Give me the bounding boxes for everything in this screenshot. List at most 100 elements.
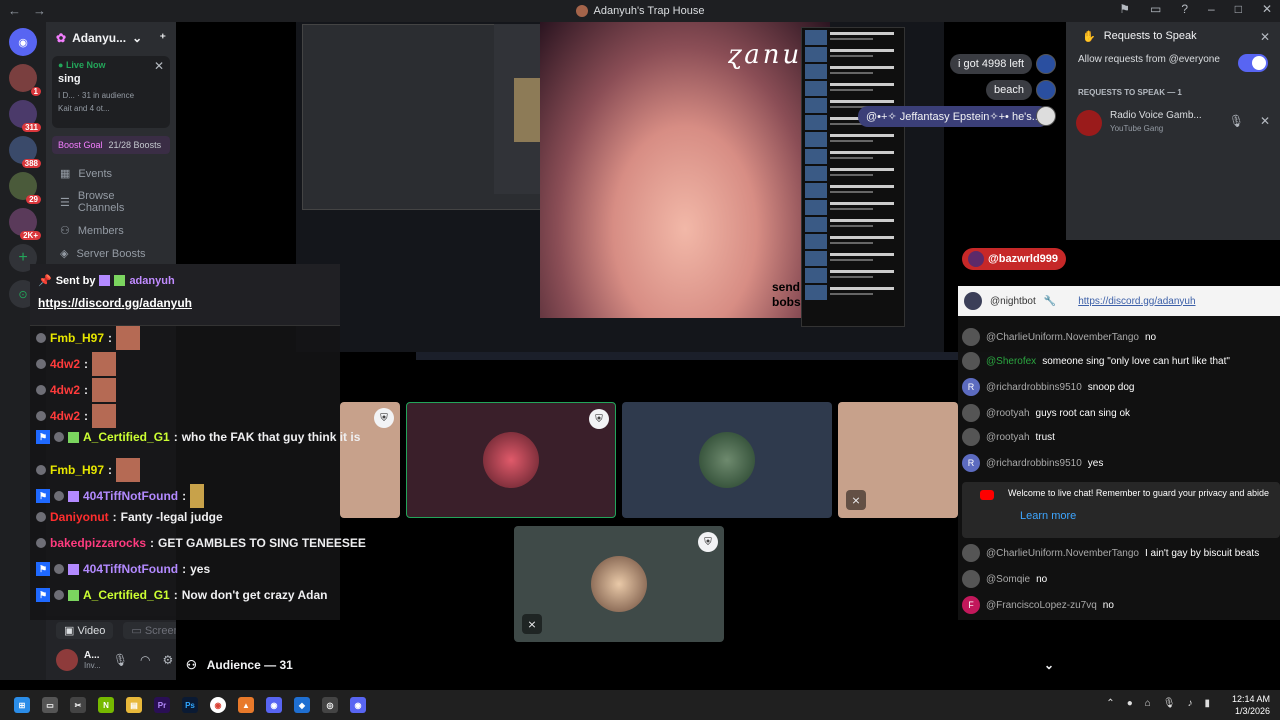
forward-arrow-icon[interactable]: → <box>33 3 46 18</box>
windows-start-icon[interactable]: ⊞ <box>14 697 30 713</box>
nightbot-link[interactable]: https://discord.gg/adanyuh <box>1078 296 1195 307</box>
guild-icon[interactable]: 1 <box>9 64 41 96</box>
yt-username[interactable]: @CharlieUniform.NovemberTango <box>986 548 1139 559</box>
chrome-icon[interactable]: ◉ <box>210 697 226 713</box>
monitor-icon[interactable]: ▭ <box>1150 2 1161 16</box>
yt-username[interactable]: @rootyah <box>986 432 1030 443</box>
chat-username[interactable]: 4dw2 <box>50 383 80 397</box>
photoshop-icon[interactable]: Ps <box>182 697 198 713</box>
vlc-icon[interactable]: ▲ <box>238 697 254 713</box>
tray-app-icon[interactable]: ● <box>1127 698 1133 709</box>
network-icon[interactable]: ⌂ <box>1145 698 1151 709</box>
yt-username[interactable]: @richardrobbins9510 <box>986 382 1082 393</box>
boost-icon: ◈ <box>60 248 69 260</box>
playlist-item <box>805 200 901 215</box>
chat-username[interactable]: 404TiffNotFound <box>83 562 178 576</box>
minimize-icon[interactable]: – <box>1208 2 1215 16</box>
chat-username[interactable]: Fmb_H97 <box>50 331 104 345</box>
chat-username[interactable]: A_Certified_G1 <box>83 430 170 444</box>
speaker-tile[interactable] <box>622 402 832 518</box>
audience-bar[interactable]: ⚇ Audience — 31 ⌄ <box>186 650 1064 680</box>
yt-username[interactable]: @richardrobbins9510 <box>986 458 1082 469</box>
discord-icon[interactable]: ◉ <box>266 697 282 713</box>
help-icon[interactable]: ? <box>1181 2 1188 16</box>
line <box>830 191 873 193</box>
emote-image <box>190 484 205 508</box>
avatar[interactable] <box>56 649 78 671</box>
chat-username[interactable]: Fmb_H97 <box>50 463 104 477</box>
item-lines <box>830 285 901 300</box>
close-icon[interactable]: ✕ <box>154 59 164 73</box>
playlist-item <box>805 47 901 62</box>
maximize-icon[interactable]: □ <box>1235 2 1242 16</box>
gear-icon[interactable]: ⚙ <box>162 653 173 667</box>
yt-username[interactable]: @Sherofex <box>986 356 1036 367</box>
allow-requests-toggle[interactable] <box>1238 54 1268 72</box>
battery-icon[interactable]: ▮ <box>1204 698 1210 709</box>
server-header[interactable]: ✿ Adanyu... ⌄ ⁺ <box>46 22 176 54</box>
chat-username[interactable]: 4dw2 <box>50 409 80 423</box>
live-now-label: ● Live Now <box>58 60 106 70</box>
speaker-tile[interactable]: ⨯ <box>838 402 958 518</box>
guild-icon[interactable]: 29 <box>9 172 41 204</box>
discord-ptb-icon[interactable]: ◉ <box>350 697 366 713</box>
task-view-icon[interactable]: ▭ <box>42 697 58 713</box>
screen-share-stream[interactable]: ɀanun send bobs <box>296 22 1064 360</box>
channel-members[interactable]: ⚇ Members <box>46 219 176 242</box>
yt-username[interactable]: @rootyah <box>986 408 1030 419</box>
file-explorer-icon[interactable]: ▤ <box>126 697 142 713</box>
avatar <box>699 432 755 488</box>
channel-label: Browse Channels <box>77 190 125 214</box>
volume-icon[interactable]: ♪ <box>1187 698 1192 709</box>
boost-goal[interactable]: Boost Goal 21/28 Boosts <box>52 136 170 154</box>
guild-icon[interactable]: 388 <box>9 136 41 168</box>
line <box>830 293 873 295</box>
microphone-icon[interactable]: 🎙 <box>113 653 128 667</box>
speaker-tile[interactable]: ⛨ <box>340 402 400 518</box>
back-arrow-icon[interactable]: ← <box>8 3 21 18</box>
guild-icon[interactable]: 2K+ <box>9 208 41 240</box>
obs-icon[interactable]: ◎ <box>322 697 338 713</box>
line <box>830 66 894 69</box>
headphones-icon[interactable]: ◠ <box>140 653 150 667</box>
chat-username[interactable]: 404TiffNotFound <box>83 489 178 503</box>
app-icon[interactable]: ◆ <box>294 697 310 713</box>
chat-username[interactable]: bakedpizzarocks <box>50 536 146 550</box>
dismiss-request-icon[interactable]: ✕ <box>1260 114 1270 128</box>
live-card[interactable]: ● Live Now ✕ sing I D... · 31 in audienc… <box>52 56 170 128</box>
yt-username[interactable]: @Somqie <box>986 574 1030 585</box>
speaker-tile[interactable]: ⛨ ⨯ <box>514 526 724 642</box>
yt-username[interactable]: @CharlieUniform.NovemberTango <box>986 332 1139 343</box>
yt-username[interactable]: @FranciscoLopez-zu7vq <box>986 600 1097 611</box>
snipping-tool-icon[interactable]: ✂ <box>70 697 86 713</box>
channel-browse[interactable]: ☰ Browse Channels <box>46 185 176 219</box>
channel-events[interactable]: ▦ Events <box>46 162 176 185</box>
thumbnail <box>805 47 827 62</box>
video-button[interactable]: ▣ Video <box>56 622 114 639</box>
inbox-icon[interactable]: ⚑ <box>1119 2 1130 16</box>
close-icon[interactable]: ✕ <box>1260 30 1270 44</box>
avatar: R <box>962 454 980 472</box>
guild-icon[interactable]: 311 <box>9 100 41 132</box>
chat-username[interactable]: Daniyonut <box>50 510 109 524</box>
prime-badge-icon: ⚑ <box>36 562 50 576</box>
chat-line: Fmb_H97: <box>36 458 141 482</box>
thumbnail <box>805 132 827 147</box>
close-icon[interactable]: ✕ <box>1262 2 1272 16</box>
chat-username[interactable]: A_Certified_G1 <box>83 588 170 602</box>
learn-more-link[interactable]: Learn more <box>1020 510 1076 522</box>
speaker-tile[interactable]: ⛨ <box>406 402 616 518</box>
channel-boosts[interactable]: ◈ Server Boosts <box>46 242 176 265</box>
invite-to-speak-icon[interactable]: 🎙 <box>1229 114 1244 128</box>
playlist-item <box>805 149 901 164</box>
microphone-icon[interactable]: 🎙 <box>1163 698 1176 709</box>
nvidia-icon[interactable]: N <box>98 697 114 713</box>
discord-invite-link[interactable]: https://discord.gg/adanyuh <box>38 296 192 310</box>
discord-home-icon[interactable]: ◉ <box>9 28 37 56</box>
chevron-up-icon[interactable]: ⌃ <box>1106 698 1114 709</box>
taskbar-clock[interactable]: 12:14 AM 1/3/2026 <box>1232 693 1270 717</box>
chat-username[interactable]: 4dw2 <box>50 357 80 371</box>
chevron-down-icon[interactable]: ⌄ <box>1044 658 1054 672</box>
premiere-icon[interactable]: Pr <box>154 697 170 713</box>
add-member-icon[interactable]: ⁺ <box>160 31 166 45</box>
